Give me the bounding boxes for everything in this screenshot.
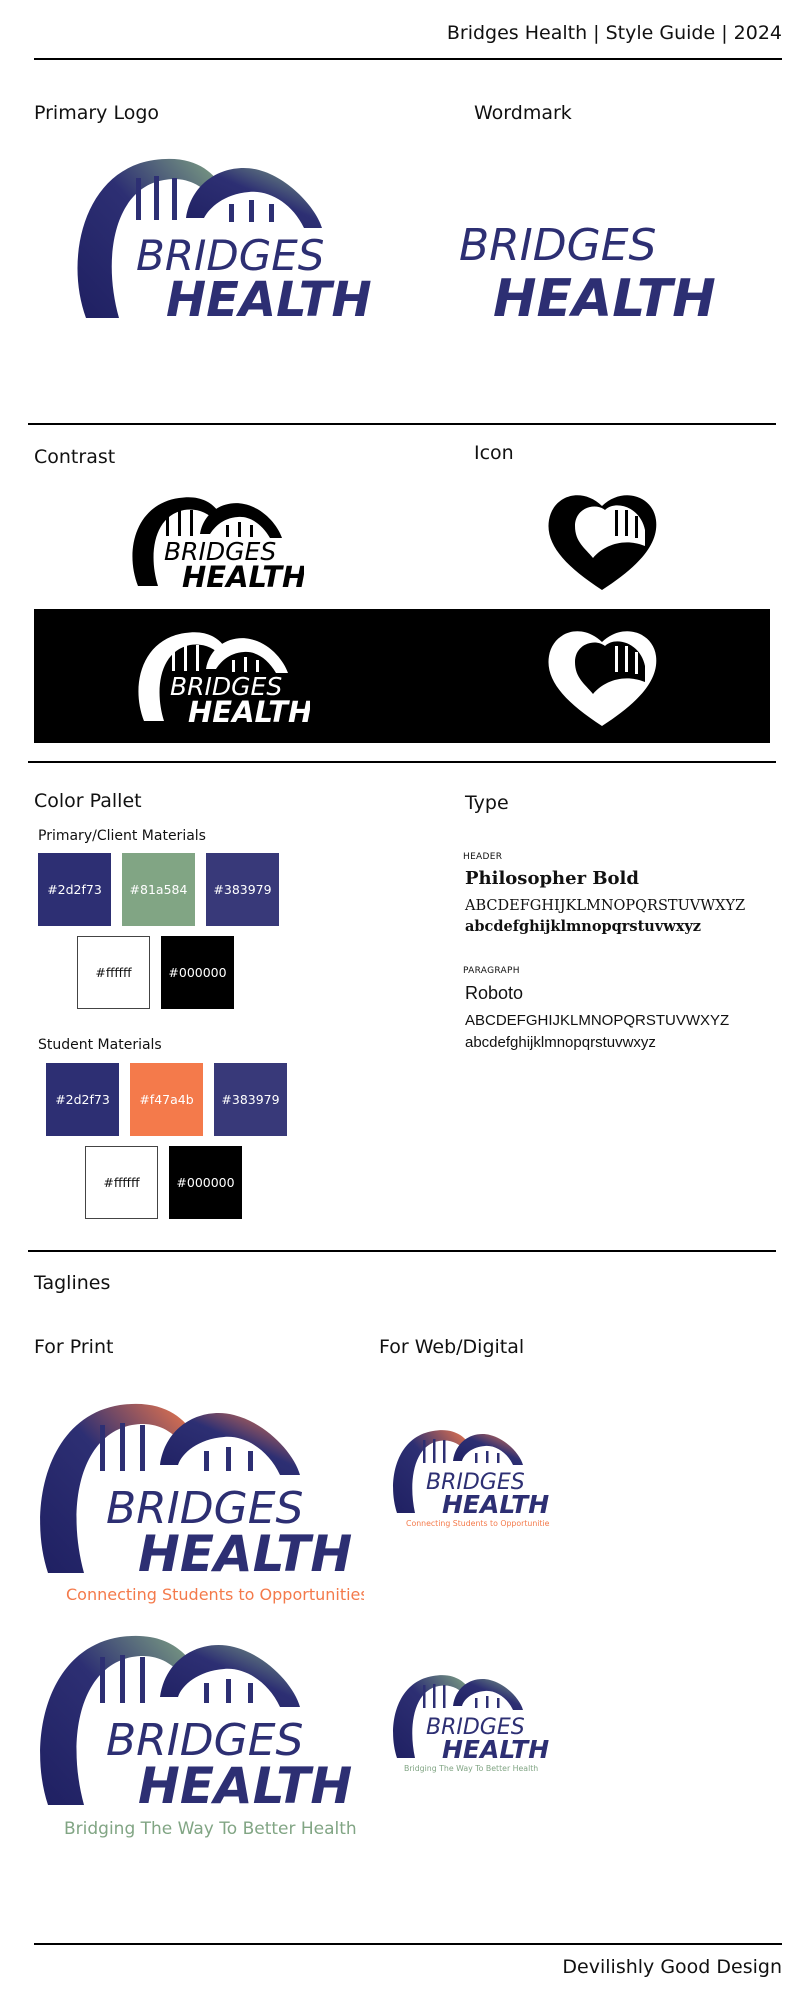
- svg-text:HEALTH: HEALTH: [138, 1525, 352, 1583]
- section-wordmark: Wordmark: [474, 102, 572, 124]
- type-paragraph-font: Roboto: [465, 983, 524, 1003]
- type-paragraph-upper: ABCDEFGHIJKLMNOPQRSTUVWXYZ: [465, 1012, 730, 1029]
- svg-text:HEALTH: HEALTH: [188, 695, 310, 725]
- print-logo-health: BRIDGES HEALTH Bridging The Way To Bette…: [40, 1635, 357, 1839]
- svg-text:HEALTH: HEALTH: [442, 1735, 549, 1764]
- logo-line2: HEALTH: [166, 272, 372, 323]
- divider-1: [28, 423, 776, 425]
- wordmark-line1: BRIDGES: [459, 220, 656, 271]
- type-paragraph-label: PARAGRAPH: [463, 966, 520, 976]
- section-primary-logo: Primary Logo: [34, 102, 160, 124]
- swatch-student-5: #000000: [169, 1146, 242, 1219]
- section-for-print: For Print: [34, 1336, 114, 1358]
- contrast-logo-white: BRIDGES HEALTH: [138, 632, 310, 725]
- web-logo-students: BRIDGES HEALTH Connecting Students to Op…: [393, 1430, 550, 1528]
- type-header-upper: ABCDEFGHIJKLMNOPQRSTUVWXYZ: [465, 898, 746, 914]
- icon-white: [548, 631, 657, 726]
- divider-2: [28, 761, 776, 763]
- swatch-primary-2: #81a584: [122, 853, 195, 926]
- section-type: Type: [465, 792, 509, 814]
- contrast-logo-black: BRIDGES HEALTH: [132, 497, 304, 590]
- wordmark-logo: BRIDGES HEALTH: [459, 220, 716, 325]
- swatch-student-3: #383979: [214, 1063, 287, 1136]
- palette-primary-label: Primary/Client Materials: [38, 828, 206, 844]
- primary-logo: BRIDGES HEALTH: [77, 158, 372, 323]
- swatch-primary-3: #383979: [206, 853, 279, 926]
- section-color-pallet: Color Pallet: [34, 790, 142, 812]
- palette-student-label: Student Materials: [38, 1037, 162, 1053]
- section-contrast: Contrast: [34, 446, 116, 468]
- type-header-label: HEADER: [463, 852, 503, 862]
- tagline-students-print: Connecting Students to Opportunities: [66, 1585, 364, 1604]
- icon-black: [548, 495, 657, 590]
- footer-rule: [34, 1943, 782, 1945]
- type-header-lower: abcdefghijklmnopqrstuvwxyz: [465, 918, 702, 935]
- swatch-student-2: #f47a4b: [130, 1063, 203, 1136]
- header-rule: [34, 58, 782, 60]
- svg-text:HEALTH: HEALTH: [182, 560, 304, 590]
- swatch-primary-1: #2d2f73: [38, 853, 111, 926]
- swatch-primary-5: #000000: [161, 936, 234, 1009]
- tagline-health-web: Bridging The Way To Better Health: [404, 1764, 538, 1773]
- print-logo-students: BRIDGES HEALTH Connecting Students to Op…: [40, 1403, 364, 1604]
- swatch-primary-4: #ffffff: [77, 936, 150, 1009]
- wordmark-line2: HEALTH: [493, 269, 716, 325]
- web-logo-health: BRIDGES HEALTH Bridging The Way To Bette…: [393, 1675, 549, 1773]
- divider-3: [28, 1250, 776, 1252]
- section-taglines: Taglines: [34, 1272, 111, 1294]
- type-header-font: Philosopher Bold: [465, 868, 639, 889]
- svg-text:HEALTH: HEALTH: [138, 1757, 352, 1815]
- section-icon: Icon: [474, 442, 514, 464]
- tagline-health-print: Bridging The Way To Better Health: [64, 1819, 357, 1839]
- type-paragraph-lower: abcdefghijklmnopqrstuvwxyz: [465, 1034, 656, 1051]
- footer-credit: Devilishly Good Design: [562, 1956, 782, 1978]
- tagline-students-web: Connecting Students to Opportunities: [406, 1519, 550, 1528]
- swatch-student-4: #ffffff: [85, 1146, 158, 1219]
- svg-text:HEALTH: HEALTH: [442, 1490, 549, 1519]
- swatch-student-1: #2d2f73: [46, 1063, 119, 1136]
- section-for-web: For Web/Digital: [379, 1336, 525, 1358]
- header-title: Bridges Health | Style Guide | 2024: [446, 22, 782, 44]
